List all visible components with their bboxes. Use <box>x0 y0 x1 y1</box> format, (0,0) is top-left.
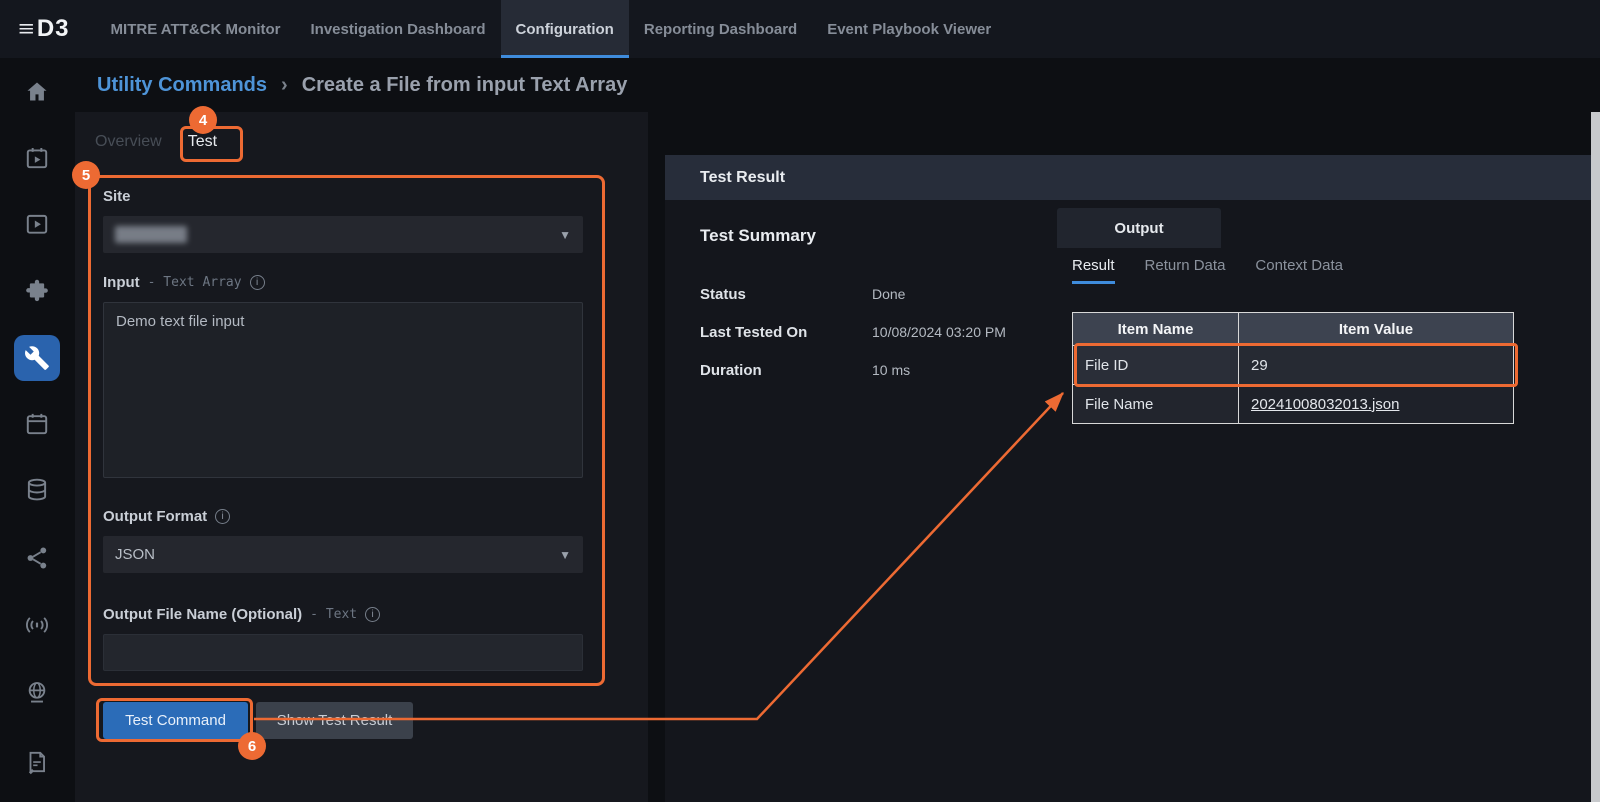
chevron-down-icon: ▼ <box>559 548 571 562</box>
file-name-name-cell: File Name <box>1073 385 1239 424</box>
chevron-down-icon: ▼ <box>559 228 571 242</box>
output-format-select[interactable]: JSON ▼ <box>103 536 583 573</box>
tab-overview[interactable]: Overview <box>95 126 162 158</box>
nav-item-reporting-dashboard[interactable]: Reporting Dashboard <box>629 0 812 58</box>
sidebar-item-data[interactable] <box>14 467 60 513</box>
duration-value: 10 ms <box>872 362 910 378</box>
test-command-button[interactable]: Test Command <box>103 702 248 739</box>
wrench-icon <box>24 345 50 371</box>
site-select[interactable]: ▼ <box>103 216 583 253</box>
file-name-link[interactable]: 20241008032013.json <box>1251 396 1399 413</box>
breadcrumb: Utility Commands › Create a File from in… <box>0 58 1600 112</box>
summary-row-status: Status Done <box>700 286 1050 306</box>
output-file-name-type-hint: - Text <box>310 607 357 622</box>
output-file-name-input[interactable] <box>103 634 583 671</box>
test-summary-title: Test Summary <box>700 226 816 246</box>
table-row-file-name: File Name 20241008032013.json <box>1073 385 1514 424</box>
video-play-icon <box>24 211 50 237</box>
share-nodes-icon <box>24 545 50 571</box>
input-textarea[interactable]: Demo text file input <box>103 302 583 478</box>
sidebar-item-integrations[interactable] <box>14 268 60 314</box>
page-title: Create a File from input Text Array <box>302 74 628 97</box>
output-format-value: JSON <box>115 546 155 563</box>
icon-sidebar <box>0 58 75 802</box>
page-scrollbar-thumb[interactable] <box>1591 112 1600 802</box>
site-value-redacted <box>115 226 187 243</box>
d3-logo[interactable]: ≡ D3 <box>0 0 96 58</box>
command-tabs: Overview Test <box>95 126 217 158</box>
summary-row-last-tested: Last Tested On 10/08/2024 03:20 PM <box>700 324 1050 344</box>
table-header-row: Item Name Item Value <box>1073 313 1514 346</box>
output-format-label: Output Format i <box>103 508 230 525</box>
sidebar-item-playbook-monitor[interactable] <box>14 135 60 181</box>
broadcast-signal-icon <box>24 612 50 638</box>
signature-document-icon <box>24 749 50 775</box>
test-result-title: Test Result <box>700 169 785 187</box>
test-result-header: Test Result <box>665 155 1591 200</box>
status-value: Done <box>872 286 905 302</box>
show-test-result-button[interactable]: Show Test Result <box>256 702 413 739</box>
input-field-label: Input - Text Array i <box>103 274 265 291</box>
nav-item-investigation-dashboard[interactable]: Investigation Dashboard <box>296 0 501 58</box>
output-subtabs: Result Return Data Context Data <box>1072 257 1343 284</box>
info-icon[interactable]: i <box>365 607 380 622</box>
nav-item-configuration[interactable]: Configuration <box>501 0 629 58</box>
database-icon <box>24 477 50 503</box>
site-field-label: Site <box>103 188 131 205</box>
top-nav: ≡ D3 MITRE ATT&CK Monitor Investigation … <box>0 0 1600 58</box>
sidebar-item-connections[interactable] <box>14 535 60 581</box>
d3-logo-text: D3 <box>37 15 70 43</box>
sidebar-item-utility-commands[interactable] <box>14 335 60 381</box>
test-result-body: Test Summary Status Done Last Tested On … <box>665 200 1591 802</box>
test-result-panel: Test Result Test Summary Status Done Las… <box>665 155 1591 802</box>
command-form-panel: Overview Test Site ▼ Input - Text Array … <box>75 112 648 802</box>
globe-icon <box>24 679 50 705</box>
table-row-file-id: File ID 29 <box>1073 346 1514 385</box>
column-header-item-value: Item Value <box>1239 313 1514 346</box>
home-icon <box>24 79 50 105</box>
file-id-name-cell: File ID <box>1073 346 1239 385</box>
sidebar-item-schedule[interactable] <box>14 401 60 447</box>
file-id-value-cell: 29 <box>1239 346 1514 385</box>
info-icon[interactable]: i <box>215 509 230 524</box>
playbook-monitor-icon <box>24 145 50 171</box>
subtab-result[interactable]: Result <box>1072 257 1115 284</box>
sidebar-item-home[interactable] <box>14 69 60 115</box>
sidebar-item-video-play[interactable] <box>14 201 60 247</box>
tab-output[interactable]: Output <box>1057 208 1221 248</box>
output-result-table: Item Name Item Value File ID 29 File Nam… <box>1072 312 1514 424</box>
subtab-return-data[interactable]: Return Data <box>1145 257 1226 284</box>
sidebar-item-global[interactable] <box>14 669 60 715</box>
summary-row-duration: Duration 10 ms <box>700 362 1050 382</box>
app-window: ≡ D3 MITRE ATT&CK Monitor Investigation … <box>0 0 1600 802</box>
d3-logo-bars-icon: ≡ <box>18 16 35 42</box>
breadcrumb-separator: › <box>281 74 288 97</box>
calendar-icon <box>24 411 50 437</box>
output-file-name-label: Output File Name (Optional) - Text i <box>103 606 380 623</box>
nav-item-event-playbook-viewer[interactable]: Event Playbook Viewer <box>812 0 1006 58</box>
column-header-item-name: Item Name <box>1073 313 1239 346</box>
subtab-context-data[interactable]: Context Data <box>1255 257 1343 284</box>
info-icon[interactable]: i <box>250 275 265 290</box>
nav-item-mitre-attck-monitor[interactable]: MITRE ATT&CK Monitor <box>96 0 296 58</box>
sidebar-item-broadcast[interactable] <box>14 602 60 648</box>
sidebar-item-signature[interactable] <box>14 739 60 785</box>
input-field-type-hint: - Text Array <box>148 275 242 290</box>
breadcrumb-parent-link[interactable]: Utility Commands <box>97 74 267 97</box>
puzzle-icon <box>24 278 50 304</box>
tab-test[interactable]: Test <box>188 126 217 158</box>
last-tested-value: 10/08/2024 03:20 PM <box>872 324 1006 340</box>
